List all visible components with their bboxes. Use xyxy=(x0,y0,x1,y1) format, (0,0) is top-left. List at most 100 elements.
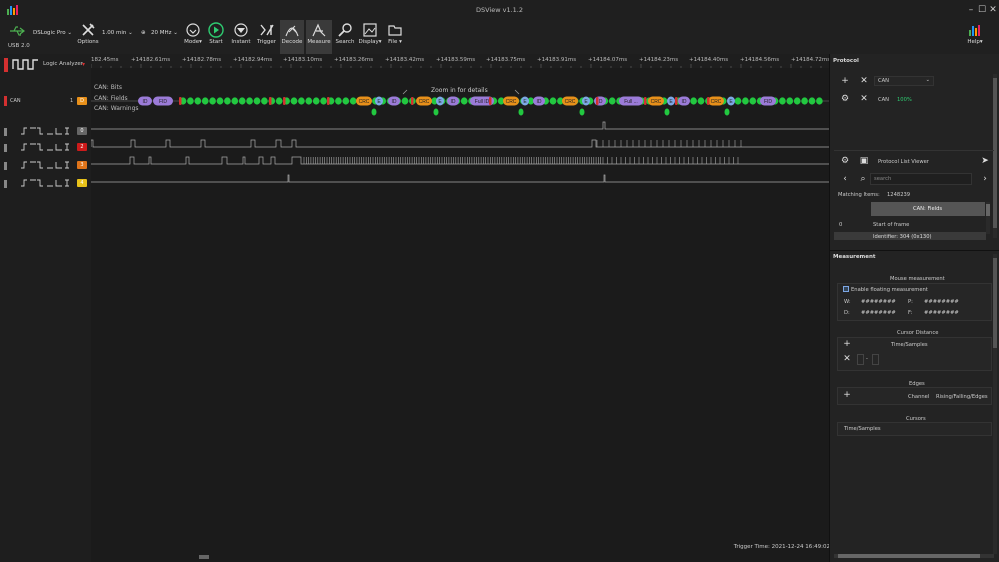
measurement-scrollbar[interactable] xyxy=(993,254,997,554)
time-ruler[interactable]: 182.45ms +14182.61ms +14182.78ms +14182.… xyxy=(91,54,830,68)
bit-marker xyxy=(734,97,742,105)
horizontal-scrollbar[interactable] xyxy=(91,555,829,559)
minimize-icon[interactable]: – xyxy=(966,5,976,15)
add-cursor-distance-icon[interactable]: + xyxy=(842,339,852,349)
waveform-view[interactable]: ID FID CRC E ID CRC E ID Full ID CRC E ID CRC E ID Full… xyxy=(91,68,829,562)
start-button[interactable]: Start xyxy=(205,20,227,54)
enable-floating-checkbox[interactable] xyxy=(843,286,849,292)
remove-decoder-icon[interactable]: ✕ xyxy=(859,76,869,86)
channel-drag-handle[interactable] xyxy=(4,128,7,136)
channel-badge[interactable]: 2 xyxy=(77,143,87,151)
mode-button[interactable]: Mode▾ xyxy=(182,20,204,54)
decoder-row-fields: CAN: Fields xyxy=(94,95,128,102)
edges-count-column: Rising/Falling/Edges xyxy=(936,394,988,400)
field-label: FID xyxy=(159,99,167,105)
ruler-tick: +14184.23ms xyxy=(639,57,679,63)
search-label: Search xyxy=(335,39,355,45)
ruler-tick: +14183.42ms xyxy=(385,57,425,63)
protocol-scrollbar[interactable] xyxy=(993,74,997,238)
channel-badge[interactable]: 3 xyxy=(77,161,87,169)
add-decoder-icon[interactable]: + xyxy=(840,76,850,86)
bit-marker xyxy=(238,97,246,105)
bit-marker xyxy=(342,97,350,105)
waveform-canvas[interactable]: ID FID CRC E ID CRC E ID Full ID CRC E ID CRC E ID Full… xyxy=(91,68,829,562)
add-edges-icon[interactable]: + xyxy=(842,390,852,400)
file-button[interactable]: File ▾ xyxy=(384,20,406,54)
search-input[interactable]: search xyxy=(870,173,972,185)
list-settings-icon[interactable]: ⚙ xyxy=(840,156,850,166)
save-icon[interactable]: ▣ xyxy=(859,156,869,166)
list-row-selected[interactable]: Identifier: 304 (0x130) xyxy=(834,232,986,240)
trigger-button[interactable]: Trigger xyxy=(255,20,278,54)
channel-drag-handle[interactable] xyxy=(4,144,7,152)
field-label: Full ... xyxy=(624,99,638,105)
bit-marker xyxy=(216,97,224,105)
field-label: ID xyxy=(451,99,456,105)
trigger-time: Trigger Time: 2021-12-24 16:49:02 xyxy=(733,544,830,550)
zoom-hint: Zoom in for details xyxy=(431,87,488,94)
scrollbar-thumb[interactable] xyxy=(199,555,209,559)
protocol-select[interactable]: CAN ⌄ xyxy=(874,76,934,86)
start-icon xyxy=(208,22,224,38)
channel-badge[interactable]: 0 xyxy=(77,127,87,135)
trigger-type-icons[interactable] xyxy=(20,127,72,136)
channel-drag-handle[interactable] xyxy=(4,180,7,188)
navigate-icon[interactable]: ➤ xyxy=(980,156,990,166)
cursor-end-select[interactable] xyxy=(872,354,879,365)
prev-match-icon[interactable]: ‹ xyxy=(840,174,850,184)
matching-count: 1248239 xyxy=(887,192,911,198)
bit-marker xyxy=(793,97,801,105)
help-button[interactable]: Help▾ xyxy=(962,20,988,54)
options-button[interactable]: Options xyxy=(76,20,100,54)
display-button[interactable]: Display▾ xyxy=(358,20,382,54)
usb-icon xyxy=(10,26,25,36)
options-icon xyxy=(82,23,95,36)
trigger-type-icons[interactable] xyxy=(20,179,72,188)
can-decoder-badge[interactable]: D xyxy=(77,97,87,105)
channel-badge[interactable]: 4 xyxy=(77,179,87,187)
delete-decoder-icon[interactable]: ✕ xyxy=(859,94,869,104)
logic-analyzer-icon xyxy=(12,59,38,70)
instant-label: Instant xyxy=(231,39,251,45)
remove-cursor-distance-icon[interactable]: ✕ xyxy=(842,354,852,364)
chevron-down-icon: ⌄ xyxy=(128,30,133,36)
ruler-tick: +14183.91ms xyxy=(537,57,577,63)
duration-value: 1.00 min xyxy=(102,30,127,36)
cursor-start-select[interactable] xyxy=(857,354,864,365)
trigger-type-icons[interactable] xyxy=(20,161,72,170)
decode-label: Decode xyxy=(281,39,303,45)
device-select[interactable]: DSLogic Pro ⌄ xyxy=(33,30,75,40)
dropdown-triangle-icon[interactable]: ▾ xyxy=(82,61,85,68)
measurement-hscroll[interactable] xyxy=(834,554,994,558)
scrollbar-thumb[interactable] xyxy=(838,554,980,558)
decode-button[interactable]: Decode xyxy=(280,20,304,54)
measure-button[interactable]: Measure xyxy=(306,20,332,54)
search-icon: ⌕ xyxy=(860,174,866,184)
warning-marker xyxy=(433,108,439,116)
maximize-icon[interactable]: ☐ xyxy=(977,5,987,15)
decoder-settings-icon[interactable]: ⚙ xyxy=(840,94,850,104)
clock-icon: ⊕ xyxy=(141,30,146,36)
bit-marker xyxy=(549,97,557,105)
field-label: Full ID xyxy=(475,99,490,105)
cursor-dash: - xyxy=(866,356,868,362)
close-icon[interactable]: ✕ xyxy=(988,5,998,15)
trigger-type-icons[interactable] xyxy=(20,143,72,152)
instant-button[interactable]: Instant xyxy=(229,20,253,54)
duration-select[interactable]: 1.00 min ⌄ xyxy=(102,30,138,40)
list-scrollbar[interactable] xyxy=(986,202,990,234)
protocol-select-value: CAN xyxy=(878,78,890,84)
ruler-tick: 182.45ms xyxy=(91,57,119,63)
samplerate-select[interactable]: 20 MHz ⌄ xyxy=(151,30,181,40)
list-row2-value: Identifier: 304 (0x130) xyxy=(873,234,932,240)
list-column-header[interactable]: CAN: Fields xyxy=(871,202,985,216)
next-match-icon[interactable]: › xyxy=(980,174,990,184)
channel-drag-handle[interactable] xyxy=(4,162,7,170)
ruler-tick: +14183.59ms xyxy=(436,57,476,63)
protocol-list-viewer-title: Protocol List Viewer xyxy=(878,159,929,165)
usb-label: USB 2.0 xyxy=(8,43,30,49)
search-button[interactable]: Search xyxy=(334,20,356,54)
bit-marker xyxy=(786,97,794,105)
p-value: ######## xyxy=(924,299,959,305)
edges-channel-column: Channel xyxy=(908,394,930,400)
